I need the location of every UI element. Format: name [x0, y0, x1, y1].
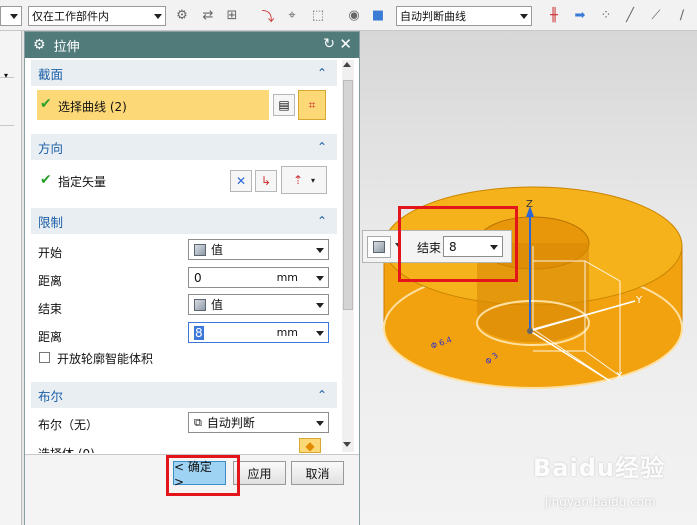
top-toolbar: 仅在工作部件内 ⚙ ⇄ ⊞ ⤵ ⌖ ⬚ ◉ ■ 自动判断曲线 ╫ ➡ ⁘ ╱ ⟋…	[0, 0, 697, 31]
boolean-icon: ⧉	[194, 415, 202, 429]
cube-icon	[194, 243, 206, 256]
reset-icon[interactable]: ↻	[323, 36, 335, 52]
watermark-url: jingyan.baidu.com	[545, 495, 656, 509]
curve-rule-value: 自动判断曲线	[400, 10, 466, 23]
check-icon: ✔	[40, 96, 52, 112]
specify-vector-label: 指定矢量	[58, 175, 107, 189]
end-label: 结束	[38, 302, 63, 316]
axis-y-label: Y	[636, 295, 643, 306]
select-body-row: 选择体 (0)	[31, 442, 341, 453]
resource-bar: ▾	[0, 31, 22, 525]
open-profile-label: 开放轮廓智能体积	[57, 352, 154, 366]
reverse-direction-icon[interactable]: ✕	[230, 170, 252, 192]
feature-curve-icon[interactable]: ⁘	[596, 6, 616, 24]
unit-label: mm	[276, 326, 298, 339]
watermark-brand: Baidu经验	[533, 454, 665, 482]
start-type-value: 值	[211, 243, 224, 257]
view-icon[interactable]: ◉	[344, 6, 364, 24]
select-body-label: 选择体 (0)	[38, 445, 95, 453]
sketch-section-icon[interactable]: ▤	[273, 94, 295, 116]
arc-line-icon[interactable]: ⟋	[646, 6, 666, 24]
link-icon[interactable]: ⇄	[198, 6, 218, 24]
callout-box-ok	[166, 455, 240, 496]
selection-scope-value: 仅在工作部件内	[32, 10, 109, 23]
curve-select-icon[interactable]: ⌗	[298, 90, 326, 120]
selection-scope-combo[interactable]: 仅在工作部件内	[28, 6, 166, 26]
close-icon[interactable]: ✕	[339, 35, 352, 53]
start-type-combo[interactable]: 值	[188, 239, 329, 260]
chevron-up-icon[interactable]: ⌃	[317, 66, 327, 80]
unit-label: mm	[276, 271, 298, 284]
rectangle-select-icon[interactable]: ⬚	[308, 6, 328, 24]
vector-type-dropdown[interactable]: ⇡ ▾	[281, 166, 327, 194]
vector-dialog-icon[interactable]: ↳	[255, 170, 277, 192]
end-distance-value: 8	[194, 325, 204, 340]
start-distance-label: 距离	[38, 274, 63, 288]
section-header-limits[interactable]: 限制 ⌃	[31, 208, 337, 234]
apply-button[interactable]: 应用	[233, 461, 286, 485]
gear-icon: ⚙	[33, 37, 46, 53]
cursor-icon[interactable]: ⌖	[282, 6, 302, 24]
section-header-section[interactable]: 截面 ⌃	[31, 60, 337, 86]
start-label: 开始	[38, 246, 63, 260]
section-title: 方向	[38, 140, 64, 156]
select-body-icon[interactable]: ◆	[299, 438, 321, 453]
follow-fillet-icon[interactable]: ➡	[570, 6, 590, 24]
end-type-button[interactable]	[367, 236, 391, 258]
type-filter-combo[interactable]	[0, 6, 22, 26]
boolean-combo[interactable]: ⧉ 自动判断	[188, 412, 329, 433]
snap-icon[interactable]: ⚙	[172, 6, 192, 24]
start-distance-input[interactable]: 0 mm	[188, 267, 329, 288]
pick-point-icon[interactable]: ⤵	[258, 6, 278, 25]
chevron-up-icon[interactable]: ⌃	[317, 140, 327, 154]
cancel-button[interactable]: 取消	[291, 461, 344, 485]
boolean-label: 布尔（无）	[38, 418, 99, 432]
curve-icon[interactable]: ∕	[672, 6, 692, 24]
section-header-direction[interactable]: 方向 ⌃	[31, 134, 337, 160]
section-title: 截面	[38, 66, 64, 82]
section-title: 限制	[38, 214, 64, 230]
section-header-boolean[interactable]: 布尔 ⌃	[31, 382, 337, 408]
start-distance-value: 0	[194, 270, 202, 285]
line-icon[interactable]: ╱	[620, 6, 640, 24]
select-curve-label: 选择曲线 (2)	[58, 100, 127, 114]
end-type-combo[interactable]: 值	[188, 294, 329, 315]
boolean-value: 自动判断	[206, 416, 255, 430]
dialog-title-bar: ⚙ 拉伸 ↻ ✕	[25, 32, 359, 58]
select-curve-row[interactable]: ✔ 选择曲线 (2)	[37, 90, 269, 120]
callout-box-popup	[398, 206, 518, 282]
dialog-scrollbar[interactable]	[342, 60, 354, 452]
scroll-up-icon[interactable]	[343, 62, 351, 67]
select-box-icon[interactable]: ⊞	[222, 6, 242, 24]
dialog-title: 拉伸	[53, 39, 80, 55]
section-title: 布尔	[38, 388, 64, 404]
end-distance-input[interactable]: 8 mm	[188, 322, 329, 343]
end-distance-label: 距离	[38, 330, 63, 344]
scroll-thumb[interactable]	[343, 80, 353, 310]
open-profile-checkbox[interactable]	[39, 352, 50, 363]
cube-icon	[194, 298, 206, 311]
chevron-up-icon[interactable]: ⌃	[317, 214, 327, 228]
axis-x-label: X	[616, 371, 623, 382]
chevron-up-icon[interactable]: ⌃	[317, 388, 327, 402]
end-type-value: 值	[211, 298, 224, 312]
chevron-down-icon[interactable]: ▾	[4, 71, 8, 80]
scroll-down-icon[interactable]	[343, 442, 351, 447]
extrude-dialog: ⚙ 拉伸 ↻ ✕ 截面 ⌃ ✔ 选择曲线 (2) ▤ ⌗ 方向 ⌃ ✔ 指定矢量…	[24, 31, 360, 525]
cube-icon[interactable]: ■	[368, 6, 388, 24]
axis-z-label: Z	[526, 199, 533, 210]
stop-at-intersection-icon[interactable]: ╫	[544, 6, 564, 24]
check-icon: ✔	[40, 172, 52, 188]
curve-rule-combo[interactable]: 自动判断曲线	[396, 6, 532, 26]
